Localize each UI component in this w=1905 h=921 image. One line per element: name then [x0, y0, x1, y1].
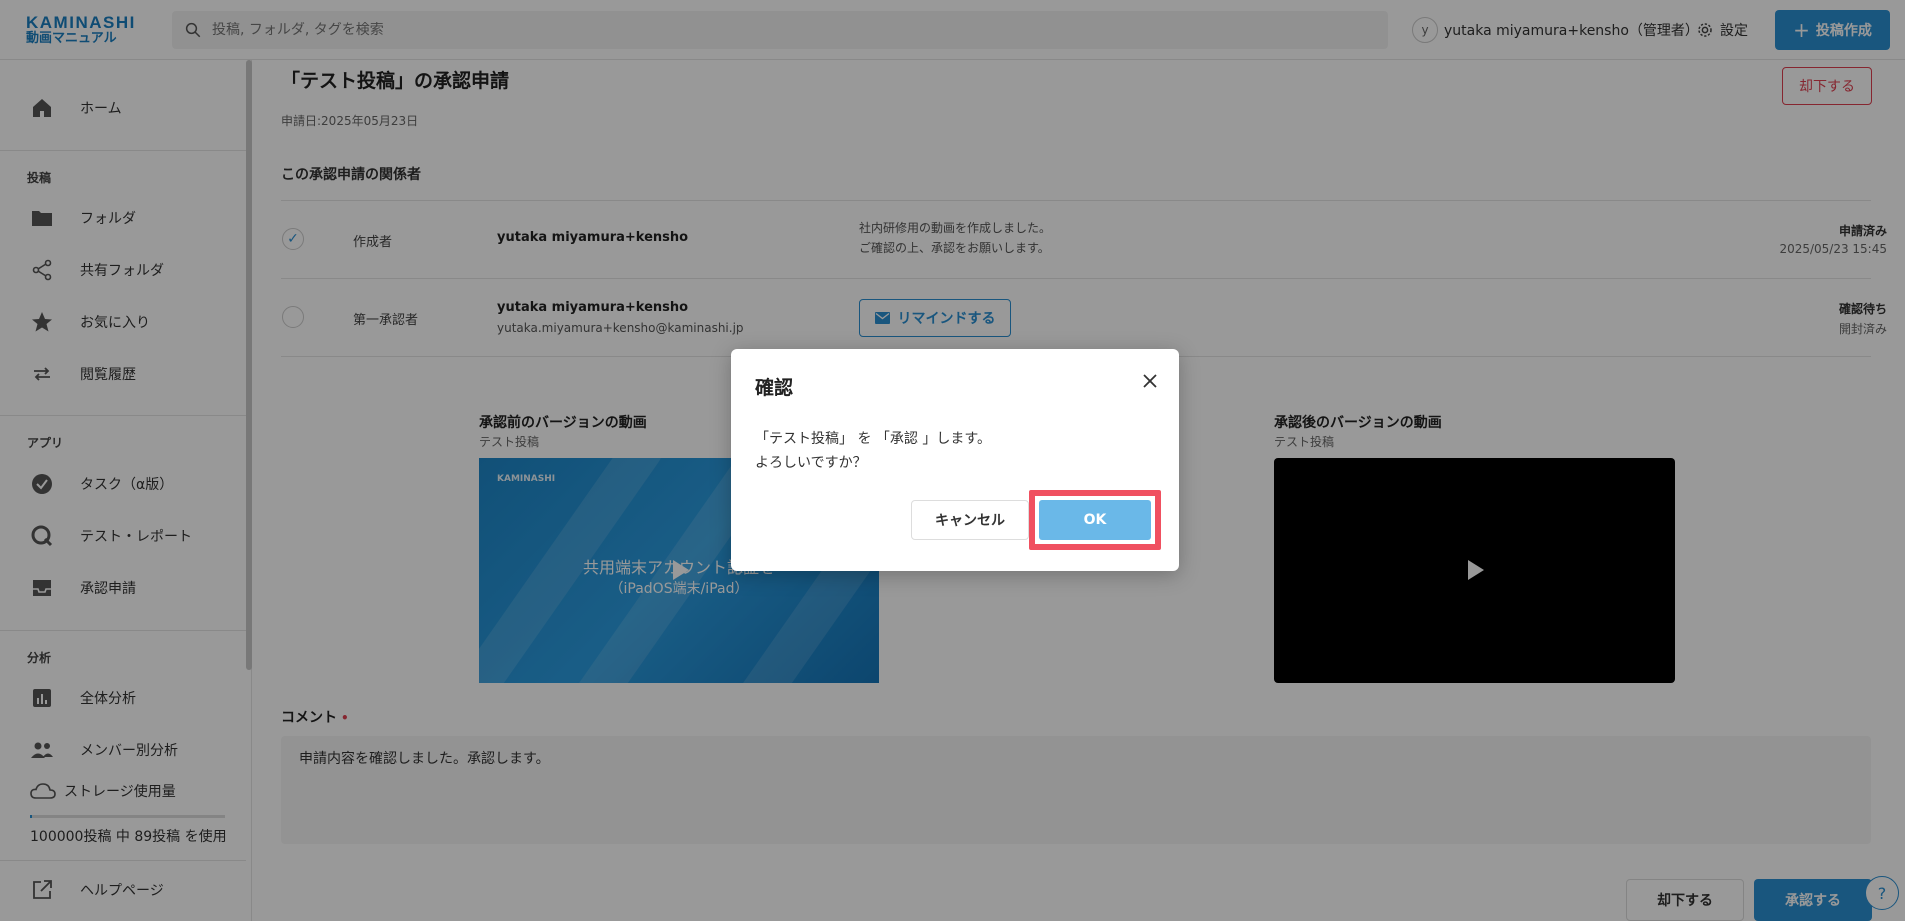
- dialog-title: 確認: [755, 377, 794, 399]
- dialog-body: 「テスト投稿」 を 「承認 」します。 よろしいですか？: [755, 427, 991, 475]
- confirm-dialog: 確認 「テスト投稿」 を 「承認 」します。 よろしいですか？ キャンセル OK: [731, 349, 1179, 571]
- cancel-button[interactable]: キャンセル: [911, 500, 1029, 540]
- dialog-message-line: 「テスト投稿」 を 「承認 」します。: [755, 431, 991, 447]
- close-icon[interactable]: [1141, 372, 1159, 390]
- ok-button[interactable]: OK: [1039, 500, 1151, 540]
- dialog-message-line: よろしいですか？: [755, 455, 867, 471]
